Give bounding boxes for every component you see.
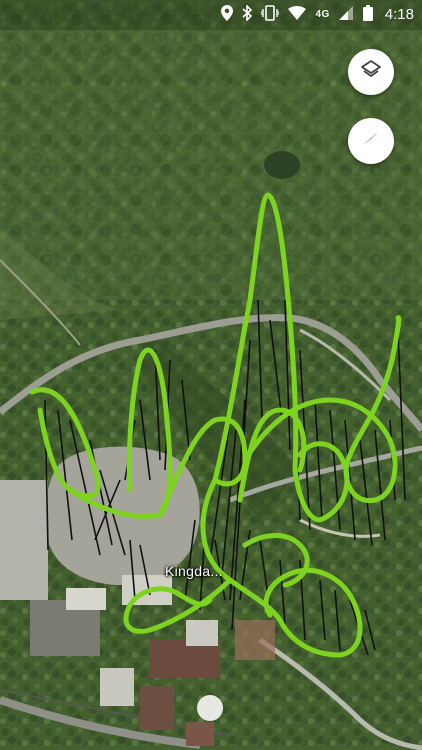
compass-icon [359, 127, 383, 156]
building [140, 686, 174, 730]
compass-button[interactable] [348, 118, 394, 164]
bluetooth-icon [242, 4, 253, 25]
layers-icon [360, 59, 382, 86]
pond [264, 151, 300, 179]
layers-button[interactable] [348, 49, 394, 95]
location-icon [221, 5, 234, 25]
vibrate-icon [260, 5, 281, 25]
signal-icon [338, 6, 353, 24]
building [0, 480, 48, 600]
battery-icon [362, 5, 374, 25]
building [186, 722, 214, 746]
clock: 4:18 [384, 6, 414, 23]
water-tower [197, 695, 223, 721]
building [235, 620, 275, 660]
network-type-label: 4G [315, 9, 330, 20]
wifi-icon [288, 6, 307, 24]
status-bar: 4G 4:18 [0, 0, 422, 30]
satellite-map[interactable] [0, 0, 422, 750]
building [100, 668, 134, 706]
building [186, 620, 218, 646]
map-place-label[interactable]: Kingda... [165, 563, 223, 579]
building [66, 588, 106, 610]
